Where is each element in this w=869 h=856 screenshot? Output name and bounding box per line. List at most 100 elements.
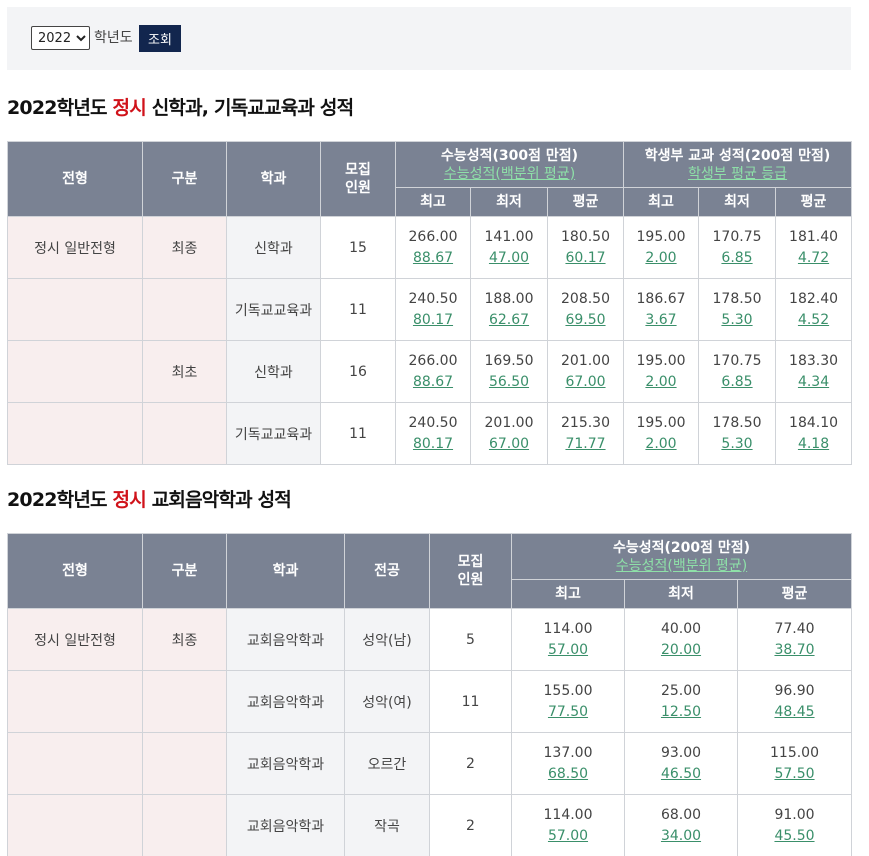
cell-quota: 16 [320, 340, 396, 403]
value: 182.40 [789, 290, 839, 307]
table-row: 기독교교육과 11 240.50 80.17 188.00 62.67 208.50… [7, 278, 853, 341]
table-row: 정시 일반전형 최종 교회음악학과 성악(남) 5 114.00 57.00 40… [7, 608, 853, 671]
header-quota-line1: 모집 [345, 162, 371, 178]
table-row: 기독교교육과 11 240.50 80.17 201.00 67.00 215.30… [7, 402, 853, 465]
cell-suneung-max: 240.50 80.17 [395, 278, 471, 341]
header-suneung-max: 최고 [511, 579, 625, 609]
header-category: 구분 [142, 141, 227, 217]
cell-suneung-avg: 77.40 38.70 [736, 608, 853, 671]
value: 215.30 [561, 414, 610, 431]
percentile: 80.17 [412, 311, 454, 328]
cell-school-min: 178.50 5.30 [698, 402, 777, 465]
section2-title: 2022학년도 정시 교회음악학과 성적 [7, 485, 292, 512]
section2-table: 전형 구분 학과 전공 모집 인원 수능성적(200점 만점) 수능성적(백분위… [7, 533, 853, 856]
header-school-max: 최고 [623, 187, 700, 217]
header-suneung-title: 수능성적(300점 만점) [440, 147, 579, 164]
percentile: 80.17 [412, 435, 454, 452]
value: 195.00 [636, 228, 686, 245]
grade: 4.34 [797, 373, 830, 390]
grade: 4.52 [797, 311, 830, 328]
percentile: 88.67 [412, 373, 454, 390]
header-dept: 학과 [226, 141, 321, 217]
cell-dept: 교회음악학과 [226, 670, 345, 733]
cell-suneung-avg: 115.00 57.50 [736, 732, 853, 795]
cell-quota: 15 [320, 216, 396, 279]
cell-suneung-avg: 208.50 69.50 [546, 278, 625, 341]
header-school-avg: 평균 [775, 187, 853, 217]
section2-title-prefix: 2022학년도 [7, 489, 113, 511]
percentile: 69.50 [565, 311, 606, 328]
cell-suneung-min: 68.00 34.00 [624, 794, 738, 856]
header-suneung-min: 최저 [470, 187, 548, 217]
value: 201.00 [561, 352, 610, 369]
percentile: 62.67 [488, 311, 530, 328]
cell-school-avg: 182.40 4.52 [775, 278, 853, 341]
cell-school-min: 178.50 5.30 [698, 278, 777, 341]
cell-dept: 기독교교육과 [226, 402, 321, 465]
header-suneung-sub: 수능성적(백분위 평균) [615, 557, 748, 574]
cell-suneung-min: 93.00 46.50 [624, 732, 738, 795]
percentile: 38.70 [774, 641, 815, 658]
header-major: 전공 [344, 533, 430, 609]
percentile: 57.00 [547, 641, 589, 658]
grade: 2.00 [645, 249, 677, 266]
value: 186.67 [636, 290, 686, 307]
header-type: 전형 [7, 141, 143, 217]
cell-suneung-avg: 96.90 48.45 [736, 670, 853, 733]
value: 180.50 [561, 228, 610, 245]
percentile: 20.00 [660, 641, 702, 658]
cell-type [7, 732, 143, 795]
table-row: 최초 신학과 16 266.00 88.67 169.50 56.50 201.00… [7, 340, 853, 403]
cell-suneung-avg: 180.50 60.17 [546, 216, 625, 279]
cell-suneung-min: 141.00 47.00 [470, 216, 548, 279]
cell-category [142, 794, 227, 856]
grade: 3.67 [645, 311, 677, 328]
header-quota: 모집 인원 [429, 533, 512, 609]
table-row: 교회음악학과 오르간 2 137.00 68.50 93.00 46.50 115.… [7, 732, 853, 795]
cell-major: 성악(남) [344, 608, 430, 671]
value: 240.50 [408, 290, 458, 307]
cell-suneung-avg: 91.00 45.50 [736, 794, 853, 856]
percentile: 48.45 [774, 703, 815, 720]
search-button[interactable]: 조회 [139, 25, 181, 52]
cell-school-max: 186.67 3.67 [623, 278, 700, 341]
cell-category [142, 402, 227, 465]
cell-school-max: 195.00 2.00 [623, 216, 700, 279]
header-category: 구분 [142, 533, 227, 609]
percentile: 57.00 [547, 827, 589, 844]
value: 77.40 [774, 620, 815, 637]
value: 188.00 [484, 290, 534, 307]
value: 96.90 [774, 682, 815, 699]
header-type: 전형 [7, 533, 143, 609]
percentile: 68.50 [547, 765, 589, 782]
header-quota-line1: 모집 [457, 554, 484, 570]
value: 115.00 [770, 744, 819, 761]
cell-quota: 11 [320, 402, 396, 465]
header-suneung: 수능성적(200점 만점) 수능성적(백분위 평균) [510, 533, 853, 580]
cell-category [142, 278, 227, 341]
value: 114.00 [543, 620, 593, 637]
cell-type [7, 402, 143, 465]
value: 208.50 [561, 290, 610, 307]
cell-major: 작곡 [344, 794, 430, 856]
header-school: 학생부 교과 성적(200점 만점) 학생부 평균 등급 [623, 141, 853, 188]
cell-category: 최종 [142, 608, 227, 671]
year-select[interactable]: 2022 [31, 26, 90, 50]
header-quota-line2: 인원 [345, 180, 371, 196]
section2-title-suffix: 교회음악학과 성적 [145, 489, 292, 511]
header-dept: 학과 [226, 533, 345, 609]
cell-type: 정시 일반전형 [7, 216, 143, 279]
cell-school-avg: 184.10 4.18 [775, 402, 853, 465]
cell-suneung-max: 240.50 80.17 [395, 402, 471, 465]
grade: 4.18 [797, 435, 830, 452]
cell-suneung-min: 169.50 56.50 [470, 340, 548, 403]
header-quota-line2: 인원 [457, 572, 484, 588]
grade: 6.85 [721, 373, 753, 390]
cell-school-min: 170.75 6.85 [698, 340, 777, 403]
value: 40.00 [660, 620, 702, 637]
cell-category: 최초 [142, 340, 227, 403]
cell-suneung-max: 155.00 77.50 [511, 670, 625, 733]
cell-type [7, 670, 143, 733]
header-suneung-title: 수능성적(200점 만점) [612, 539, 751, 556]
header-school-title: 학생부 교과 성적(200점 만점) [644, 147, 831, 164]
